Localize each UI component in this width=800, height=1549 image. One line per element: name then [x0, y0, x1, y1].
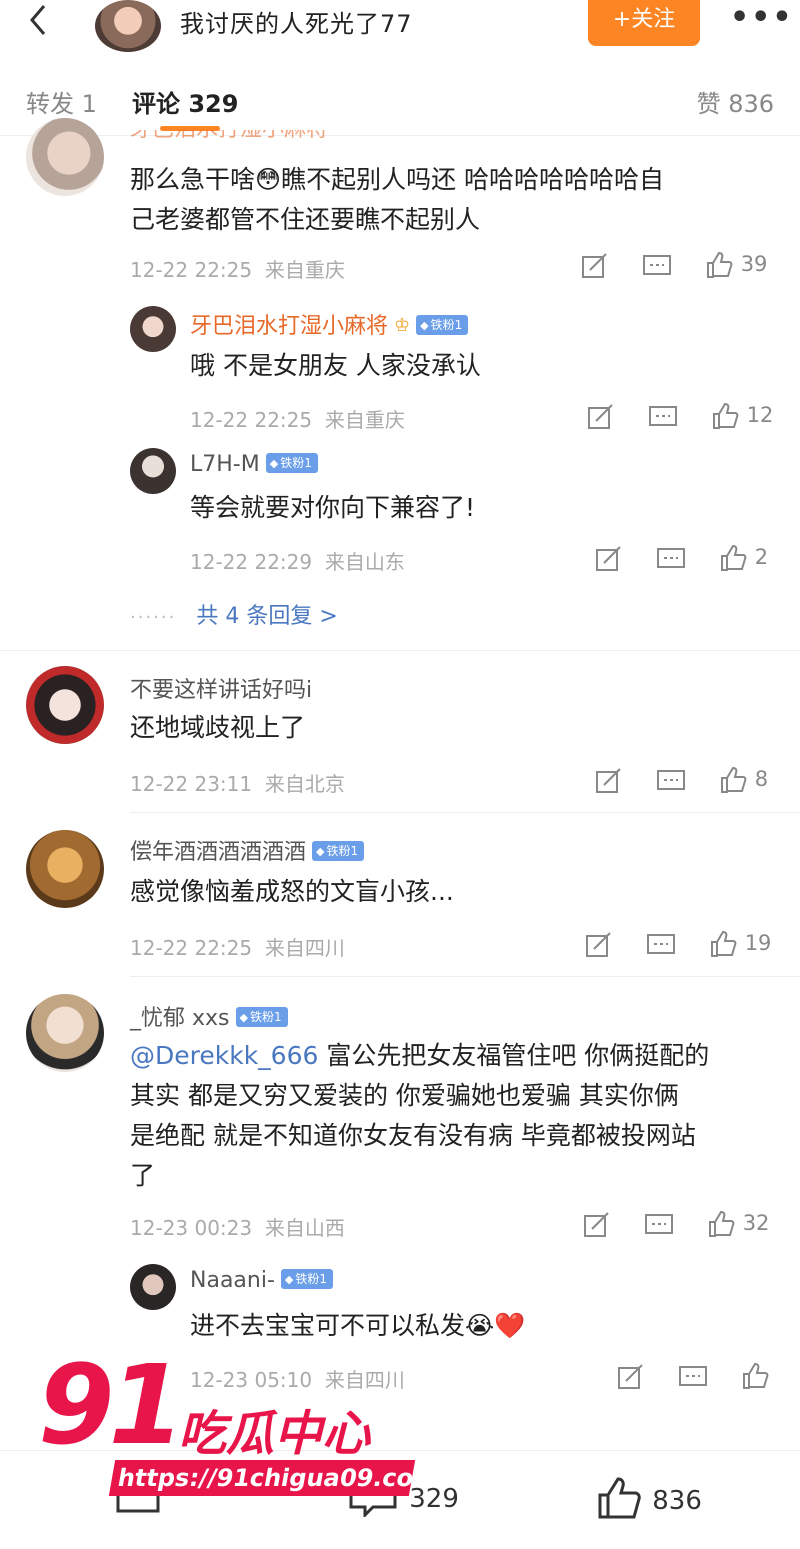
comment-text: 感觉像恼羞成怒的文盲小孩...: [130, 877, 454, 906]
comment-meta: 12-22 22:25 来自重庆: [130, 258, 345, 282]
thumb-up-icon: [721, 766, 747, 793]
commenter-name[interactable]: 牙巴泪水打湿小麻将: [130, 130, 328, 144]
share-icon[interactable]: [594, 545, 622, 573]
commenter-avatar[interactable]: [130, 1264, 176, 1310]
fan-badge: ◆ 铁粉1: [235, 1007, 288, 1027]
comment-meta: 12-22 22:29 来自山东: [190, 550, 405, 574]
commenter-avatar[interactable]: [26, 666, 104, 744]
fan-badge: ◆ 铁粉1: [280, 1269, 334, 1289]
tab-likes[interactable]: 赞 836: [697, 84, 774, 119]
like-button[interactable]: 12: [710, 401, 773, 431]
thumb-up-icon: [721, 544, 747, 571]
commenter-name[interactable]: 牙巴泪水打湿小麻将 ♔ ◆ 铁粉1: [190, 308, 469, 340]
fan-badge: ◆ 铁粉1: [265, 453, 318, 473]
follow-button[interactable]: +关注: [588, 0, 700, 46]
tab-forward[interactable]: 转发 1: [26, 84, 97, 119]
commenter-avatar[interactable]: [26, 118, 104, 196]
comment-text: 还地域歧视上了: [130, 713, 306, 742]
comment-meta: 12-22 23:11 来自北京: [130, 772, 345, 796]
top-bar: 我讨厌的人死光了77 +关注 •••: [0, 0, 800, 62]
back-arrow-icon: [30, 5, 46, 35]
commenter-name[interactable]: _忧郁 xxs ◆ 铁粉1: [130, 1000, 288, 1032]
dots-icon: ······: [130, 607, 177, 628]
thumb-up-icon: [711, 930, 737, 957]
tab-bar: 转发 1 评论 329 赞 836: [0, 66, 800, 136]
tab-comments[interactable]: 评论 329: [132, 84, 238, 119]
watermark-url: https://91chigua09.com: [108, 1460, 441, 1496]
reply-icon[interactable]: [656, 767, 686, 795]
commenter-name[interactable]: 偿年酒酒酒酒酒酒 ◆ 铁粉1: [130, 834, 365, 866]
more-replies-link[interactable]: ······ 共 4 条回复 >: [130, 598, 338, 630]
comment-meta: 12-22 22:25 来自重庆: [190, 408, 405, 432]
share-icon[interactable]: [616, 1363, 644, 1391]
divider: [130, 976, 800, 977]
thumb-up-icon: [598, 1477, 641, 1519]
watermark-logo: 91: [38, 1341, 185, 1469]
like-button[interactable]: 32: [706, 1209, 769, 1239]
like-button[interactable]: 8: [718, 765, 768, 795]
commenter-avatar[interactable]: [26, 994, 104, 1072]
like-button[interactable]: 39: [704, 250, 767, 280]
share-icon[interactable]: [580, 252, 608, 280]
like-button[interactable]: [740, 1361, 770, 1391]
comment-text: @Derekkk_666 富公先把女友福管住吧 你俩挺配的 其实 都是又穷又爱装…: [130, 1041, 710, 1190]
thumb-up-icon: [743, 1362, 769, 1389]
commenter-avatar[interactable]: [130, 306, 176, 352]
watermark-text: 吃瓜中心: [178, 1406, 371, 1462]
more-icon[interactable]: •••: [730, 3, 794, 33]
commenter-avatar[interactable]: [26, 830, 104, 908]
share-icon[interactable]: [586, 403, 614, 431]
divider: [130, 812, 800, 813]
comment-text: 进不去宝宝可不可以私发😭❤️: [190, 1311, 526, 1340]
like-button[interactable]: 836: [596, 1475, 702, 1528]
comment-text: 哦 不是女朋友 人家没承认: [190, 351, 481, 380]
reply-icon[interactable]: [648, 403, 678, 431]
commenter-name[interactable]: L7H-M ◆ 铁粉1: [190, 452, 318, 477]
comment-text: 等会就要对你向下兼容了!: [190, 493, 476, 522]
commenter-name[interactable]: 不要这样讲话好吗i: [130, 672, 312, 704]
fan-badge: ◆ 铁粉1: [312, 841, 365, 861]
thumb-up-icon: [707, 251, 733, 278]
mention-link[interactable]: @Derekkk_666: [130, 1041, 318, 1070]
reply-icon[interactable]: [656, 545, 686, 573]
crown-icon: ♔: [394, 314, 411, 336]
reply-icon[interactable]: [642, 252, 672, 280]
page-title: 我讨厌的人死光了77: [180, 10, 413, 38]
reply-icon[interactable]: [644, 1211, 674, 1239]
fan-badge: ◆ 铁粉1: [416, 315, 469, 335]
author-avatar[interactable]: [95, 0, 161, 52]
reply-icon[interactable]: [646, 931, 676, 959]
reply-icon[interactable]: [678, 1363, 708, 1391]
share-icon[interactable]: [594, 767, 622, 795]
comment-meta: 12-23 00:23 来自山西: [130, 1216, 345, 1240]
like-button[interactable]: 2: [718, 543, 768, 573]
comment-meta: 12-22 22:25 来自四川: [130, 936, 345, 960]
like-button[interactable]: 19: [708, 929, 771, 959]
thumb-up-icon: [709, 1210, 735, 1237]
commenter-name[interactable]: Naaani- ◆ 铁粉1: [190, 1268, 334, 1293]
back-button[interactable]: [18, 0, 58, 40]
divider: [0, 650, 800, 651]
comment-meta: 12-23 05:10 来自四川: [190, 1368, 405, 1392]
comment-text: 那么急干啥😳瞧不起别人吗还 哈哈哈哈哈哈哈自 己老婆都管不住还要瞧不起别人: [130, 165, 665, 234]
commenter-avatar[interactable]: [130, 448, 176, 494]
share-icon[interactable]: [584, 931, 612, 959]
share-icon[interactable]: [582, 1211, 610, 1239]
thumb-up-icon: [713, 402, 739, 429]
